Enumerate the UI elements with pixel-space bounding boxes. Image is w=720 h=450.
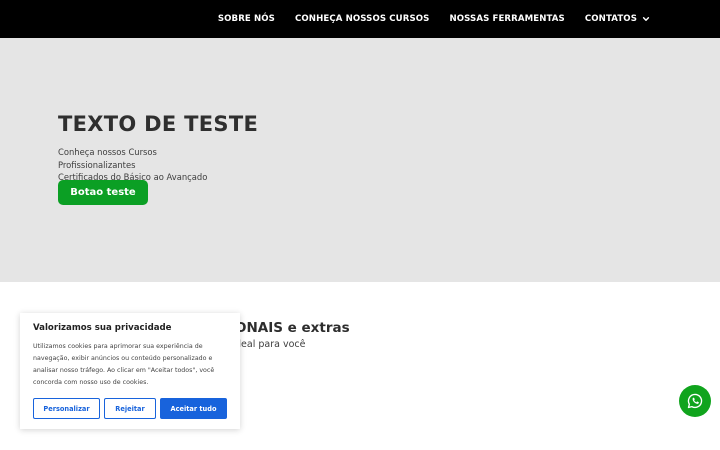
nav-item-label: SOBRE NÓS: [217, 14, 275, 24]
top-navbar: SOBRE NÓS CONHEÇA NOSSOS CURSOS NOSSAS F…: [0, 0, 720, 38]
customize-button[interactable]: Personalizar: [33, 398, 100, 419]
nav-item-label: CONHEÇA NOSSOS CURSOS: [294, 14, 430, 24]
cookie-banner-text: Utilizamos cookies para aprimorar sua ex…: [33, 343, 215, 386]
hero-cta-button[interactable]: Botao teste: [58, 180, 148, 205]
accept-all-button[interactable]: Aceitar tudo: [160, 398, 227, 419]
section-subtitle: deal para você: [235, 339, 306, 350]
hero-subtitle: Conheça nossos Cursos Profissionalizante…: [58, 146, 228, 184]
whatsapp-button[interactable]: [679, 385, 711, 417]
hero-subtitle-line: Conheça nossos Cursos Profissionalizante…: [58, 147, 157, 170]
nav-item-label: CONTATOS: [584, 14, 637, 24]
reject-button[interactable]: Rejeitar: [104, 398, 156, 419]
section-title: ONAIS e extras: [235, 320, 350, 336]
chevron-down-icon: [642, 17, 650, 21]
nav-item-label: NOSSAS FERRAMENTAS: [449, 14, 565, 24]
whatsapp-icon: [687, 393, 703, 409]
cookie-banner-title: Valorizamos sua privacidade: [33, 323, 172, 333]
nav-item-sobre-nos[interactable]: SOBRE NÓS: [218, 14, 275, 24]
hero-title: TEXTO DE TESTE: [58, 112, 259, 136]
nav-item-ferramentas[interactable]: NOSSAS FERRAMENTAS: [449, 14, 564, 24]
nav-item-contatos[interactable]: CONTATOS: [585, 14, 650, 24]
cookie-consent-banner: Valorizamos sua privacidade Utilizamos c…: [20, 313, 240, 429]
main-nav: SOBRE NÓS CONHEÇA NOSSOS CURSOS NOSSAS F…: [218, 0, 650, 38]
nav-item-cursos[interactable]: CONHEÇA NOSSOS CURSOS: [295, 14, 429, 24]
